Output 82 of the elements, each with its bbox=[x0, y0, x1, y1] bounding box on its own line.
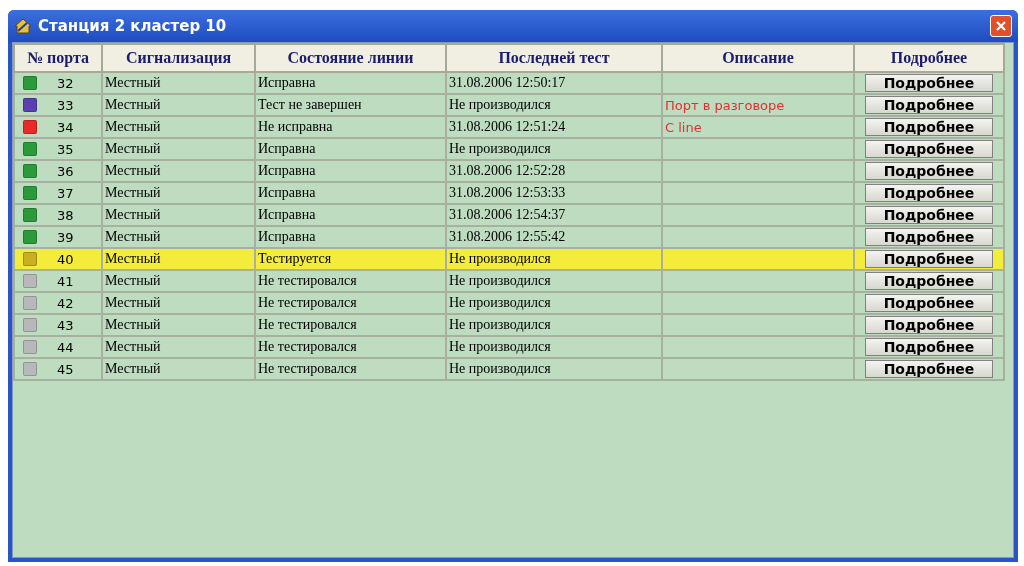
table-cell: Не тестировался bbox=[258, 295, 357, 310]
port-number: 39 bbox=[57, 229, 74, 245]
table-cell: Исправна bbox=[258, 141, 316, 156]
details-button[interactable]: Подробнее bbox=[865, 206, 993, 224]
table-cell: Местный bbox=[105, 75, 161, 90]
table-cell: Не исправна bbox=[258, 119, 333, 134]
details-button[interactable]: Подробнее bbox=[865, 74, 993, 92]
table-cell: Местный bbox=[105, 97, 161, 112]
details-button[interactable]: Подробнее bbox=[865, 184, 993, 202]
details-button[interactable]: Подробнее bbox=[865, 96, 993, 114]
column-header: Последней тест bbox=[446, 44, 662, 72]
description-text: Порт в разговоре bbox=[665, 97, 785, 113]
table-cell: Местный bbox=[105, 361, 161, 376]
table-cell: Тест не завершен bbox=[258, 97, 362, 112]
table-cell: Местный bbox=[105, 185, 161, 200]
table-cell: 31.08.2006 12:52:28 bbox=[449, 163, 566, 178]
port-number: 33 bbox=[57, 97, 74, 113]
table-cell: Местный bbox=[105, 295, 161, 310]
table-cell: Исправна bbox=[258, 75, 316, 90]
table-cell: Не тестировался bbox=[258, 339, 357, 354]
column-header: № порта bbox=[14, 44, 102, 72]
port-number: 37 bbox=[57, 185, 74, 201]
table-cell: Не производился bbox=[449, 251, 551, 266]
table-cell: Тестируется bbox=[258, 251, 332, 266]
details-button[interactable]: Подробнее bbox=[865, 360, 993, 378]
table-cell: Не производился bbox=[449, 361, 551, 376]
column-header: Состояние линии bbox=[255, 44, 446, 72]
table-cell: Местный bbox=[105, 207, 161, 222]
details-button[interactable]: Подробнее bbox=[865, 294, 993, 312]
port-number: 38 bbox=[57, 207, 74, 223]
table-cell: Не производился bbox=[449, 273, 551, 288]
description-text: C line bbox=[665, 119, 702, 135]
details-button[interactable]: Подробнее bbox=[865, 338, 993, 356]
details-button[interactable]: Подробнее bbox=[865, 118, 993, 136]
details-button[interactable]: Подробнее bbox=[865, 316, 993, 334]
table-cell: Не производился bbox=[449, 317, 551, 332]
table-cell: 31.08.2006 12:55:42 bbox=[449, 229, 566, 244]
details-button[interactable]: Подробнее bbox=[865, 162, 993, 180]
port-number: 45 bbox=[57, 361, 74, 377]
table-cell: Местный bbox=[105, 317, 161, 332]
column-header: Подробнее bbox=[854, 44, 1004, 72]
details-button[interactable]: Подробнее bbox=[865, 272, 993, 290]
port-number: 40 bbox=[57, 251, 74, 267]
column-header: Описание bbox=[662, 44, 854, 72]
table-cell: Местный bbox=[105, 163, 161, 178]
table-cell: Исправна bbox=[258, 229, 316, 244]
house-icon bbox=[14, 18, 32, 34]
table-cell: Не производился bbox=[449, 339, 551, 354]
table-cell: Местный bbox=[105, 339, 161, 354]
column-header: Сигнализация bbox=[102, 44, 255, 72]
port-number: 43 bbox=[57, 317, 74, 333]
table-cell: Исправна bbox=[258, 185, 316, 200]
port-number: 41 bbox=[57, 273, 74, 289]
table-cell: Не тестировался bbox=[258, 273, 357, 288]
table-cell: Не производился bbox=[449, 97, 551, 112]
table-cell: Местный bbox=[105, 119, 161, 134]
table-cell: Исправна bbox=[258, 207, 316, 222]
port-number: 36 bbox=[57, 163, 74, 179]
port-number: 35 bbox=[57, 141, 74, 157]
table-cell: Местный bbox=[105, 273, 161, 288]
table-cell: Не производился bbox=[449, 141, 551, 156]
port-number: 42 bbox=[57, 295, 74, 311]
table-cell: Местный bbox=[105, 141, 161, 156]
details-button[interactable]: Подробнее bbox=[865, 228, 993, 246]
window-title: Станция 2 кластер 10 bbox=[38, 17, 227, 35]
close-icon bbox=[995, 20, 1007, 32]
table-cell: Местный bbox=[105, 251, 161, 266]
table-cell: Не тестировался bbox=[258, 361, 357, 376]
table-cell: 31.08.2006 12:54:37 bbox=[449, 207, 566, 222]
port-number: 34 bbox=[57, 119, 74, 135]
table-cell: Не тестировался bbox=[258, 317, 357, 332]
table-cell: 31.08.2006 12:50:17 bbox=[449, 75, 566, 90]
table-cell: 31.08.2006 12:51:24 bbox=[449, 119, 566, 134]
table-cell: Местный bbox=[105, 229, 161, 244]
table-cell: 31.08.2006 12:53:33 bbox=[449, 185, 566, 200]
port-number: 44 bbox=[57, 339, 74, 355]
details-button[interactable]: Подробнее bbox=[865, 140, 993, 158]
table-cell: Исправна bbox=[258, 163, 316, 178]
close-button[interactable] bbox=[990, 15, 1012, 37]
details-button[interactable]: Подробнее bbox=[865, 250, 993, 268]
port-number: 32 bbox=[57, 75, 74, 91]
table-cell: Не производился bbox=[449, 295, 551, 310]
